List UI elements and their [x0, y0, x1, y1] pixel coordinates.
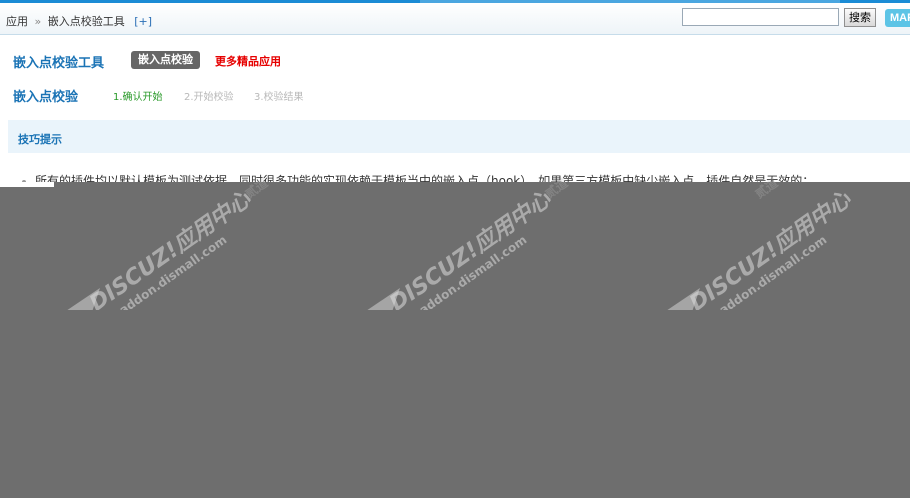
add-shortcut-link[interactable]: [+]: [134, 15, 152, 28]
tips-header: 技巧提示: [8, 120, 910, 153]
breadcrumb-separator: »: [34, 15, 42, 28]
tips-title: 技巧提示: [18, 133, 62, 146]
more-apps-link[interactable]: 更多精品应用: [215, 53, 281, 69]
map-button[interactable]: MAP: [885, 9, 910, 27]
breadcrumb-root[interactable]: 应用: [6, 15, 28, 28]
search-input[interactable]: [682, 8, 839, 26]
step-check-result: 3.校验结果: [254, 92, 304, 103]
tool-title: 嵌入点校验工具: [13, 56, 105, 71]
breadcrumb: 应用 » 嵌入点校验工具 [+]: [6, 13, 152, 29]
step-confirm-start: 1.确认开始: [113, 92, 163, 103]
tool-tab-badge[interactable]: 嵌入点校验: [131, 51, 200, 69]
section-title: 嵌入点校验: [13, 90, 79, 105]
header-bar: 应用 » 嵌入点校验工具 [+] 搜索 MAP: [0, 3, 910, 35]
search-button[interactable]: 搜索: [844, 8, 876, 27]
step-start-check: 2.开始校验: [184, 92, 234, 103]
breadcrumb-current[interactable]: 嵌入点校验工具: [48, 15, 125, 28]
modal-overlay[interactable]: [0, 182, 910, 498]
